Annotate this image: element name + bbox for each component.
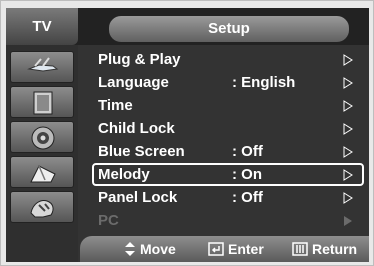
enter-hint: Enter bbox=[208, 236, 264, 262]
move-label: Move bbox=[140, 241, 176, 257]
menu-item-value: : English bbox=[232, 74, 296, 91]
return-hint: Return bbox=[292, 236, 357, 262]
menu-title: Setup bbox=[108, 15, 350, 43]
antenna-icon bbox=[27, 57, 59, 72]
enter-icon bbox=[208, 242, 224, 256]
menu-item-plug-and-play[interactable]: Plug & Play bbox=[80, 48, 369, 71]
picture-icon bbox=[33, 91, 53, 115]
menu-item-label: Melody bbox=[98, 166, 150, 183]
menu-item-melody[interactable]: Melody : On bbox=[80, 163, 369, 186]
menu-item-value: : Off bbox=[232, 189, 263, 206]
channel-icon bbox=[30, 165, 56, 183]
menu-item-blue-screen[interactable]: Blue Screen : Off bbox=[80, 140, 369, 163]
menu-item-label: Time bbox=[98, 97, 133, 114]
sidebar-item-setup[interactable] bbox=[10, 191, 74, 223]
menu-item-value: : Off bbox=[232, 143, 263, 160]
setup-menu-list: Plug & Play Language : English Time Chil… bbox=[80, 45, 369, 233]
menu-item-child-lock[interactable]: Child Lock bbox=[80, 117, 369, 140]
menu-item-label: Plug & Play bbox=[98, 51, 181, 68]
menu-item-label: Panel Lock bbox=[98, 189, 178, 206]
chevron-right-icon bbox=[343, 54, 353, 66]
menu-item-label: Blue Screen bbox=[98, 143, 185, 160]
move-hint: Move bbox=[124, 236, 176, 262]
return-label: Return bbox=[312, 241, 358, 257]
source-label: TV bbox=[6, 8, 78, 45]
chevron-right-icon bbox=[343, 192, 353, 204]
menu-item-value: : On bbox=[232, 166, 262, 183]
menu-item-panel-lock[interactable]: Panel Lock : Off bbox=[80, 186, 369, 209]
chevron-right-icon bbox=[343, 169, 353, 181]
menu-item-label: Child Lock bbox=[98, 120, 175, 137]
menu-panel: Plug & Play Language : English Time Chil… bbox=[6, 45, 369, 262]
menu-item-pc: PC bbox=[80, 209, 369, 232]
sidebar-item-input[interactable] bbox=[10, 51, 74, 83]
chevron-right-icon bbox=[343, 146, 353, 158]
chevron-right-icon bbox=[343, 100, 353, 112]
setup-icon bbox=[30, 200, 54, 218]
speaker-icon bbox=[31, 126, 55, 150]
sidebar-item-picture[interactable] bbox=[10, 86, 74, 118]
sidebar-item-channel[interactable] bbox=[10, 156, 74, 188]
chevron-right-icon bbox=[343, 77, 353, 89]
return-icon bbox=[292, 242, 308, 256]
menu-item-time[interactable]: Time bbox=[80, 94, 369, 117]
sidebar-item-sound[interactable] bbox=[10, 121, 74, 153]
menu-item-label: PC bbox=[98, 212, 119, 229]
chevron-right-icon bbox=[343, 123, 353, 135]
menu-item-label: Language bbox=[98, 74, 169, 91]
chevron-right-icon bbox=[344, 216, 352, 226]
header-bar: TV Setup bbox=[6, 8, 369, 45]
enter-label: Enter bbox=[228, 241, 264, 257]
up-down-arrow-icon bbox=[125, 242, 135, 256]
tv-osd-window: TV Setup Plug & Play Language: English … bbox=[0, 0, 374, 266]
menu-item-language[interactable]: Language : English bbox=[80, 71, 369, 94]
category-sidebar bbox=[6, 45, 78, 262]
footer-hint-bar: Move Enter Return bbox=[80, 236, 369, 262]
